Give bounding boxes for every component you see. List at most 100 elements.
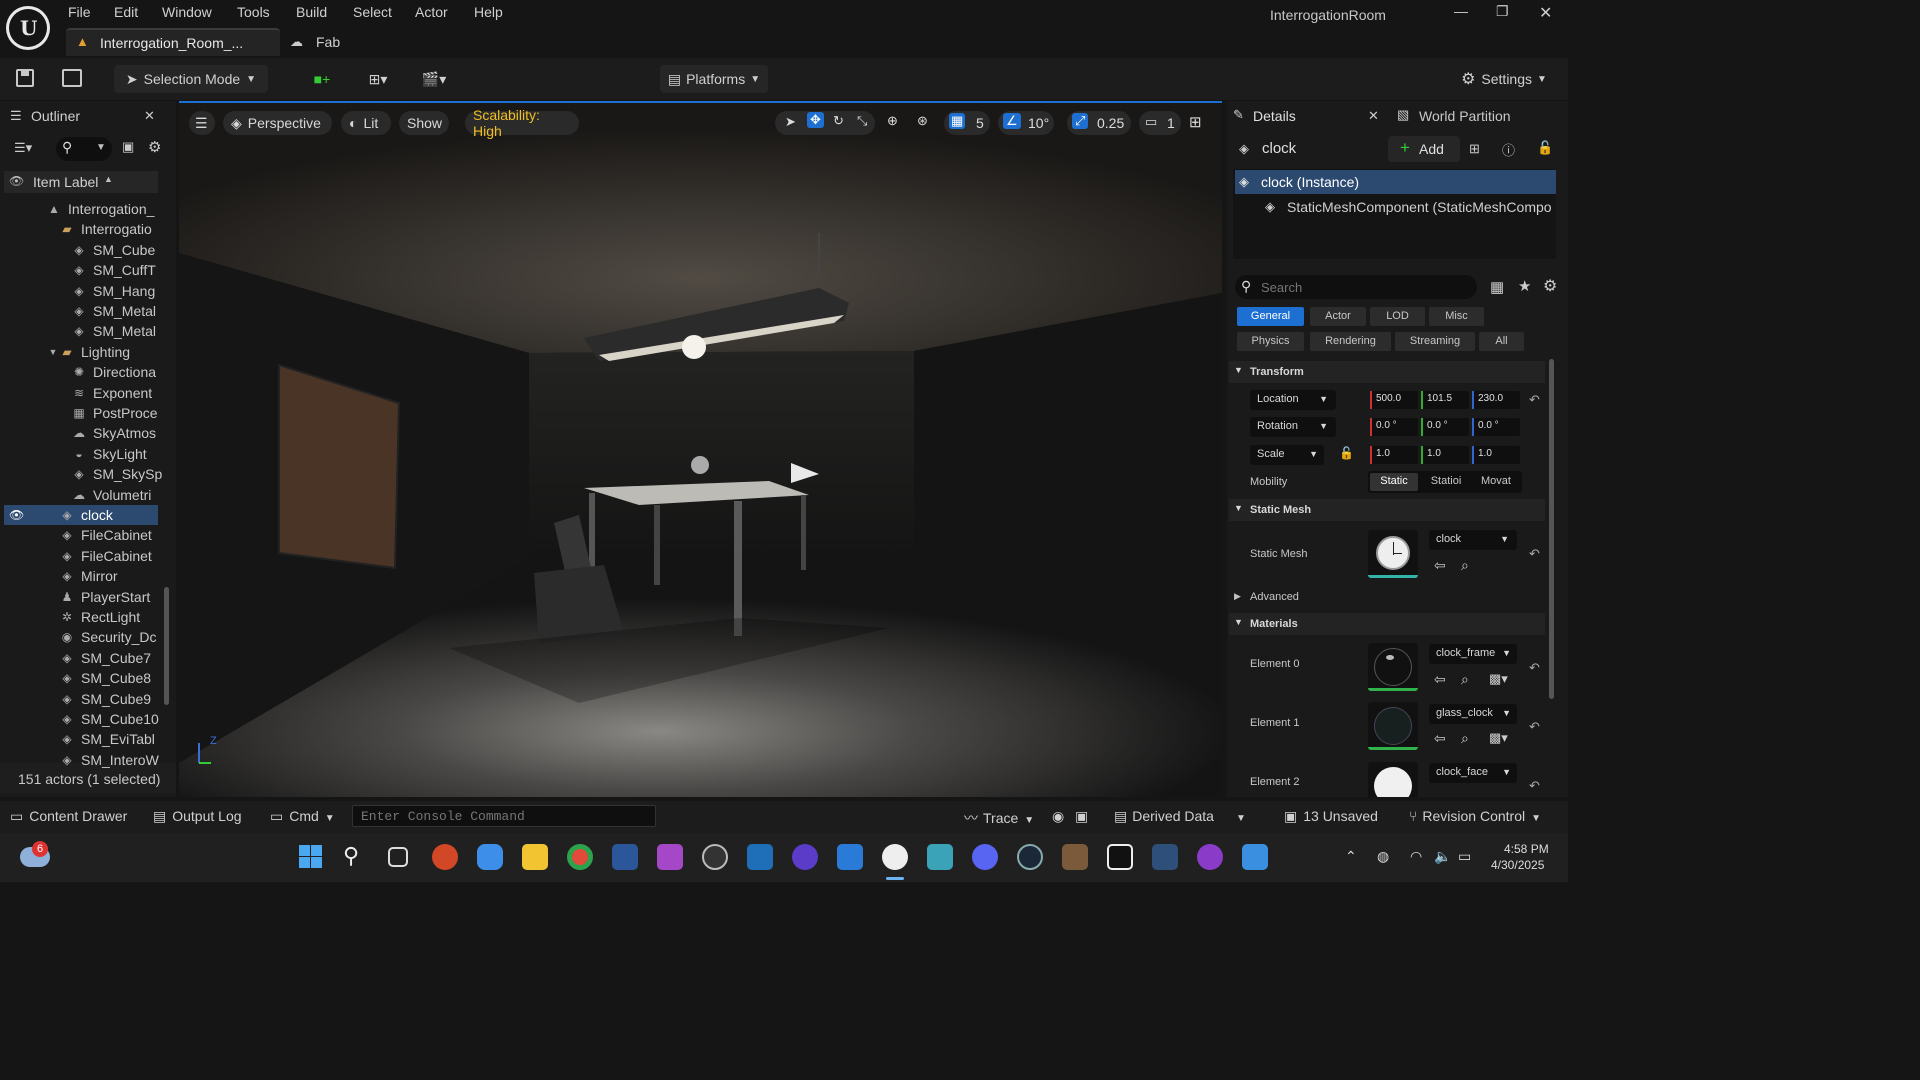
search-icon[interactable]: ⚲ (343, 844, 369, 870)
section-materials[interactable]: ▼ Materials (1229, 613, 1545, 635)
battery-icon[interactable]: ▭ (1458, 848, 1471, 865)
menu-file[interactable]: File (68, 4, 91, 20)
camera-speed-button[interactable]: ▭ 1 (1139, 111, 1181, 135)
outliner-row[interactable]: ▼ ▰ Lighting (0, 342, 162, 362)
element-0-dropdown[interactable]: clock_frame ▼ (1429, 644, 1517, 664)
outliner-row[interactable]: ◈ FileCabinet (0, 525, 162, 545)
layout-icon[interactable]: ⊞ (1189, 113, 1202, 131)
steam-icon[interactable] (1017, 844, 1043, 870)
reset-icon[interactable]: ↶ (1529, 719, 1540, 735)
outliner-row[interactable]: ◈ SM_InteroW (0, 750, 162, 770)
outliner-row[interactable]: ◈ SM_EviTabl (0, 729, 162, 749)
outliner-row[interactable]: ◈ SM_CuffT (0, 260, 162, 280)
restore-icon[interactable]: ❐ (1496, 3, 1509, 20)
viewport-menu-button[interactable]: ☰ (189, 111, 215, 135)
scalability-button[interactable]: Scalability: High (465, 107, 579, 139)
filter-misc[interactable]: Misc (1429, 307, 1484, 326)
capcut-icon[interactable] (1107, 844, 1133, 870)
use-selected-icon[interactable]: ⇦ (1434, 557, 1446, 574)
clock-time[interactable]: 4:58 PM (1504, 842, 1549, 856)
autodesk-icon[interactable] (837, 844, 863, 870)
add-component-button[interactable]: + Add (1388, 136, 1460, 162)
filter-streaming[interactable]: Streaming (1395, 332, 1475, 351)
filter-general[interactable]: General (1237, 307, 1304, 326)
tab-fab[interactable]: ☁ Fab (288, 32, 348, 54)
musescore-icon[interactable] (747, 844, 773, 870)
filter-icon[interactable]: ☰▾ (14, 140, 32, 156)
section-static-mesh[interactable]: ▼ Static Mesh (1229, 499, 1545, 521)
unreal-taskbar-icon[interactable] (882, 844, 908, 870)
outliner-row[interactable]: ◈ SM_Metal (0, 301, 162, 321)
outliner-row[interactable]: ✲ RectLight (0, 607, 162, 627)
menu-actor[interactable]: Actor (415, 4, 448, 20)
network-icon[interactable]: ◍ (1377, 848, 1389, 865)
output-log-button[interactable]: ▤ Output Log (153, 808, 242, 825)
location-z-input[interactable]: 230.0 (1472, 391, 1520, 409)
record-icon[interactable]: ◉ (1052, 808, 1064, 825)
level-viewport[interactable]: Z ☰ ◈ Perspective ◐ Lit Show Scalability: … (179, 101, 1222, 797)
filter-actor[interactable]: Actor (1310, 307, 1366, 326)
save-icon[interactable] (16, 69, 34, 87)
scale-x-input[interactable]: 1.0 (1370, 446, 1418, 464)
translate-tool-icon[interactable]: ✥ (807, 112, 824, 128)
section-advanced[interactable]: ▶ Advanced (1229, 586, 1545, 608)
powerpoint-icon[interactable] (432, 844, 458, 870)
filter-rendering[interactable]: Rendering (1310, 332, 1391, 351)
checker-icon[interactable]: ▩▾ (1489, 671, 1508, 687)
use-selected-icon[interactable]: ⇦ (1434, 730, 1446, 747)
outliner-row[interactable]: ◒ SkyLight (0, 444, 162, 464)
new-folder-icon[interactable]: ▣ (122, 139, 134, 155)
location-y-input[interactable]: 101.5 (1421, 391, 1469, 409)
close-icon[interactable]: ✕ (144, 108, 155, 124)
rotate-tool-icon[interactable]: ↻ (833, 113, 844, 129)
rotation-z-input[interactable]: 0.0 ° (1472, 418, 1520, 436)
reset-icon[interactable]: ↶ (1529, 392, 1540, 408)
scale-z-input[interactable]: 1.0 (1472, 446, 1520, 464)
rotation-y-input[interactable]: 0.0 ° (1421, 418, 1469, 436)
mobility-movable[interactable]: Movat (1472, 473, 1520, 491)
cinematics-button[interactable]: 🎬▾ (412, 65, 456, 93)
selection-mode-button[interactable]: ➤ Selection Mode ▼ (114, 65, 268, 93)
section-transform[interactable]: ▼ Transform (1229, 361, 1545, 383)
github-icon[interactable] (1197, 844, 1223, 870)
perspective-button[interactable]: ◈ Perspective (223, 111, 332, 135)
outliner-row[interactable]: ◈ SM_Cube7 (0, 648, 162, 668)
browse-icon[interactable]: ⌕ (1461, 671, 1469, 688)
element-0-thumbnail[interactable] (1368, 643, 1418, 691)
editor-icon[interactable] (657, 844, 683, 870)
outliner-row[interactable]: ☁ SkyAtmos (0, 423, 162, 443)
outliner-scrollbar[interactable] (164, 587, 169, 705)
gear-icon[interactable]: ⚙ (148, 138, 161, 156)
unreal-logo[interactable]: U (6, 6, 50, 50)
lock-icon[interactable]: 🔓 (1537, 140, 1553, 156)
grid-snap-button[interactable]: ▦ 5 (944, 111, 990, 135)
menu-edit[interactable]: Edit (114, 4, 138, 20)
tab-level[interactable]: ▲ Interrogation_Room_... (66, 28, 280, 56)
filter-all[interactable]: All (1479, 332, 1524, 351)
monitor-icon[interactable] (1152, 844, 1178, 870)
tab-world-partition[interactable]: ▧ World Partition (1393, 101, 1553, 131)
outliner-row[interactable]: ◈ SM_Hang (0, 281, 162, 301)
search-box[interactable]: ⚲ ▼ (56, 137, 112, 161)
use-selected-icon[interactable]: ⇦ (1434, 671, 1446, 688)
mobility-stationary[interactable]: Statioi (1422, 473, 1470, 491)
outliner-row[interactable]: ◈ SM_Cube (0, 240, 162, 260)
chevron-up-icon[interactable]: ⌃ (1345, 848, 1357, 865)
revision-control-button[interactable]: ⑂ Revision Control ▼ (1409, 808, 1541, 824)
cmd-button[interactable]: ▭ Cmd ▼ (270, 808, 335, 825)
outliner-row[interactable]: ◈ SM_Cube9 (0, 689, 162, 709)
browse-icon[interactable]: ⌕ (1461, 557, 1469, 574)
menu-window[interactable]: Window (162, 4, 212, 20)
element-1-thumbnail[interactable] (1368, 702, 1418, 750)
content-drawer-button[interactable]: ▭ Content Drawer (10, 808, 127, 825)
outliner-row[interactable]: ▲ Interrogation_ (0, 199, 162, 219)
volume-muted-icon[interactable]: 🔈 (1434, 848, 1451, 865)
tab-details[interactable]: ✎ Details ✕ (1227, 101, 1387, 131)
angle-snap-button[interactable]: ∠ 10° (998, 111, 1054, 135)
outliner-row[interactable]: ☁ Volumetri (0, 485, 162, 505)
platforms-button[interactable]: ▤ Platforms ▼ (660, 65, 768, 93)
screenshot-icon[interactable]: ▣ (1075, 808, 1088, 825)
details-search[interactable]: ⚲ (1235, 275, 1477, 299)
rotation-dropdown[interactable]: Rotation ▼ (1250, 417, 1336, 437)
lock-icon[interactable]: 🔓 (1339, 446, 1354, 460)
